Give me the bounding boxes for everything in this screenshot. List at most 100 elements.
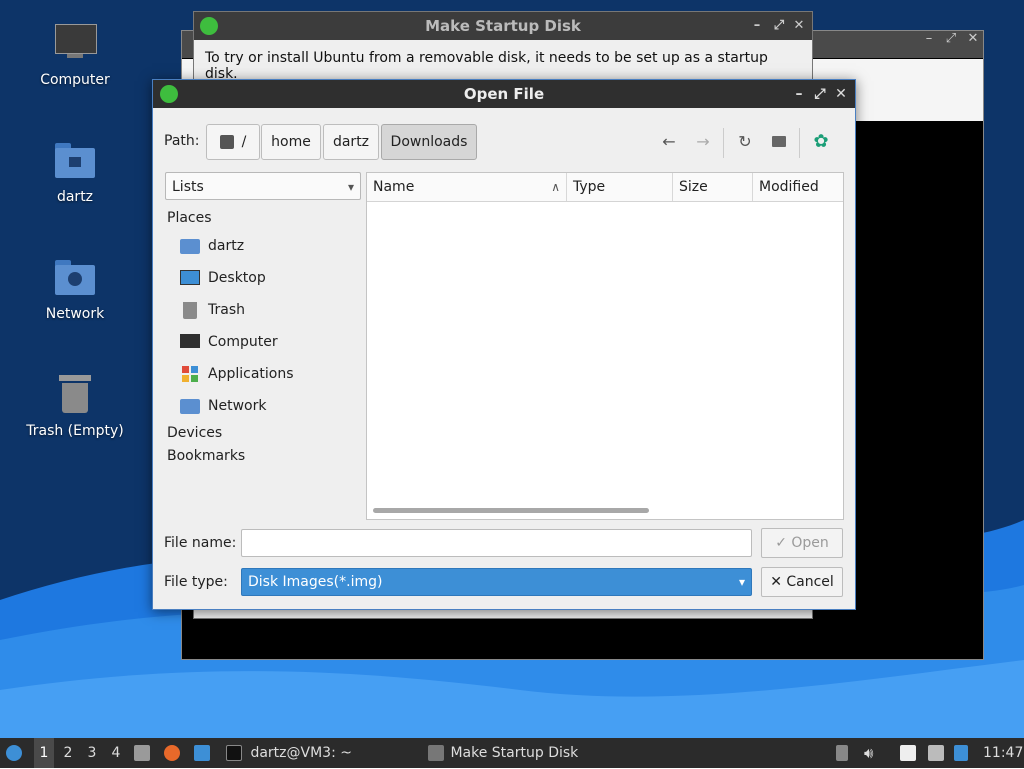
file-type-label: File type: bbox=[164, 574, 228, 590]
forward-arrow-icon[interactable]: → bbox=[692, 131, 714, 153]
sidebar-item-dartz[interactable]: dartz bbox=[180, 234, 244, 258]
column-modified-label: Modified bbox=[759, 179, 819, 195]
drive-icon bbox=[219, 135, 234, 149]
workspace-1[interactable]: 1 bbox=[34, 738, 54, 768]
close-icon: ✕ bbox=[770, 574, 782, 590]
close-icon[interactable]: ✕ bbox=[832, 80, 850, 108]
desktop-icon-trash[interactable]: Trash (Empty) bbox=[20, 373, 130, 439]
file-type-select[interactable]: Disk Images(*.img) ▾ bbox=[241, 568, 752, 596]
sidebar-item-trash[interactable]: Trash bbox=[180, 298, 245, 322]
startup-disk-icon bbox=[428, 745, 444, 761]
desktop-icon-label: Computer bbox=[40, 72, 110, 88]
path-home-label: home bbox=[271, 134, 311, 150]
sort-ascending-icon: ∧ bbox=[551, 180, 560, 194]
back-arrow-icon[interactable]: ← bbox=[658, 131, 680, 153]
trash-icon bbox=[53, 373, 97, 417]
computer-icon bbox=[180, 333, 200, 351]
chevron-down-icon: ▾ bbox=[738, 575, 745, 589]
open-button[interactable]: ✓ Open bbox=[761, 528, 843, 558]
maximize-icon[interactable]: ⤢ bbox=[942, 31, 960, 46]
sidebar-item-applications[interactable]: Applications bbox=[180, 362, 294, 386]
folder-launcher[interactable] bbox=[194, 738, 210, 768]
sidebar-item-label: Desktop bbox=[208, 270, 266, 286]
column-size-label: Size bbox=[679, 179, 708, 195]
maximize-icon[interactable]: ⤢ bbox=[770, 12, 788, 40]
terminal-task-label: dartz@VM3: ~ bbox=[250, 745, 352, 761]
sidebar-item-computer[interactable]: Computer bbox=[180, 330, 278, 354]
sidebar-item-label: Trash bbox=[208, 302, 245, 318]
cancel-button-label: Cancel bbox=[786, 574, 834, 590]
window-titlebar: Make Startup Disk – ⤢ ✕ bbox=[194, 12, 812, 40]
terminal-icon bbox=[226, 745, 242, 761]
places-header[interactable]: Places bbox=[167, 210, 212, 226]
tray-updates[interactable] bbox=[836, 738, 848, 768]
file-list[interactable]: Name ∧ Type Size Modified bbox=[366, 172, 844, 520]
sidebar-item-desktop[interactable]: Desktop bbox=[180, 266, 266, 290]
download-icon bbox=[200, 17, 218, 35]
cancel-button[interactable]: ✕ Cancel bbox=[761, 567, 843, 597]
path-dartz-button[interactable]: dartz bbox=[323, 124, 379, 160]
tray-network[interactable] bbox=[928, 738, 944, 768]
settings-gear-icon[interactable]: ✿ bbox=[810, 131, 832, 153]
workspace-4[interactable]: 4 bbox=[106, 738, 126, 768]
column-name-label: Name bbox=[373, 179, 415, 195]
path-home-button[interactable]: home bbox=[261, 124, 321, 160]
file-name-label: File name: bbox=[164, 535, 237, 551]
tray-notifications[interactable] bbox=[954, 738, 968, 768]
places-view-value: Lists bbox=[172, 179, 204, 195]
tray-volume[interactable]: 🔊︎ bbox=[864, 738, 873, 768]
desktop-icon-network[interactable]: Network bbox=[20, 256, 130, 322]
new-folder-icon[interactable] bbox=[768, 131, 790, 153]
file-manager-launcher[interactable] bbox=[134, 738, 150, 768]
close-icon[interactable]: ✕ bbox=[790, 12, 808, 40]
applications-icon bbox=[180, 365, 200, 383]
path-downloads-label: Downloads bbox=[390, 134, 468, 150]
close-icon[interactable]: ✕ bbox=[964, 31, 982, 46]
file-manager-icon bbox=[134, 745, 150, 761]
task-label: Make Startup Disk bbox=[450, 745, 579, 761]
desktop-icon bbox=[180, 269, 200, 287]
download-icon bbox=[160, 85, 178, 103]
minimize-icon[interactable]: – bbox=[920, 31, 938, 46]
column-size[interactable]: Size bbox=[673, 173, 753, 201]
toolbar-separator bbox=[723, 128, 724, 158]
start-menu-button[interactable] bbox=[6, 738, 28, 768]
sidebar-item-label: dartz bbox=[208, 238, 245, 254]
make-startup-disk-task[interactable]: Make Startup Disk bbox=[428, 738, 578, 768]
sidebar-item-network[interactable]: Network bbox=[180, 394, 266, 418]
path-downloads-button[interactable]: Downloads bbox=[381, 124, 477, 160]
sidebar-item-label: Applications bbox=[208, 366, 294, 382]
firefox-icon bbox=[164, 745, 180, 761]
maximize-icon[interactable]: ⤢ bbox=[811, 80, 829, 108]
bookmarks-header[interactable]: Bookmarks bbox=[167, 448, 245, 464]
home-folder-icon bbox=[53, 139, 97, 183]
column-name[interactable]: Name ∧ bbox=[367, 173, 567, 201]
horizontal-scrollbar[interactable] bbox=[373, 508, 649, 513]
minimize-icon[interactable]: – bbox=[748, 12, 766, 40]
workspace-3[interactable]: 3 bbox=[82, 738, 102, 768]
column-modified[interactable]: Modified bbox=[753, 173, 843, 201]
open-button-label: Open bbox=[791, 535, 829, 551]
minimize-icon[interactable]: – bbox=[790, 80, 808, 108]
desktop-icon-home[interactable]: dartz bbox=[20, 139, 130, 205]
distro-logo-icon bbox=[6, 745, 22, 761]
column-type[interactable]: Type bbox=[567, 173, 673, 201]
sidebar-item-label: Computer bbox=[208, 334, 278, 350]
terminal-task[interactable]: dartz@VM3: ~ bbox=[226, 738, 352, 768]
firefox-launcher[interactable] bbox=[164, 738, 180, 768]
path-dartz-label: dartz bbox=[332, 134, 370, 150]
places-view-select[interactable]: Lists ▾ bbox=[165, 172, 361, 200]
desktop-icon-label: Network bbox=[45, 306, 105, 322]
clock[interactable]: 11:47 bbox=[983, 738, 1023, 768]
notification-icon bbox=[954, 745, 968, 761]
path-root-button[interactable]: / bbox=[206, 124, 260, 160]
tray-clipboard[interactable] bbox=[900, 738, 916, 768]
path-root-label: / bbox=[241, 134, 247, 150]
file-name-input[interactable] bbox=[241, 529, 752, 557]
sidebar-item-label: Network bbox=[208, 398, 267, 414]
reload-icon[interactable]: ↻ bbox=[734, 131, 756, 153]
desktop-icon-computer[interactable]: Computer bbox=[20, 22, 130, 88]
devices-header[interactable]: Devices bbox=[167, 425, 222, 441]
chevron-down-icon: ▾ bbox=[347, 180, 354, 194]
workspace-2[interactable]: 2 bbox=[58, 738, 78, 768]
